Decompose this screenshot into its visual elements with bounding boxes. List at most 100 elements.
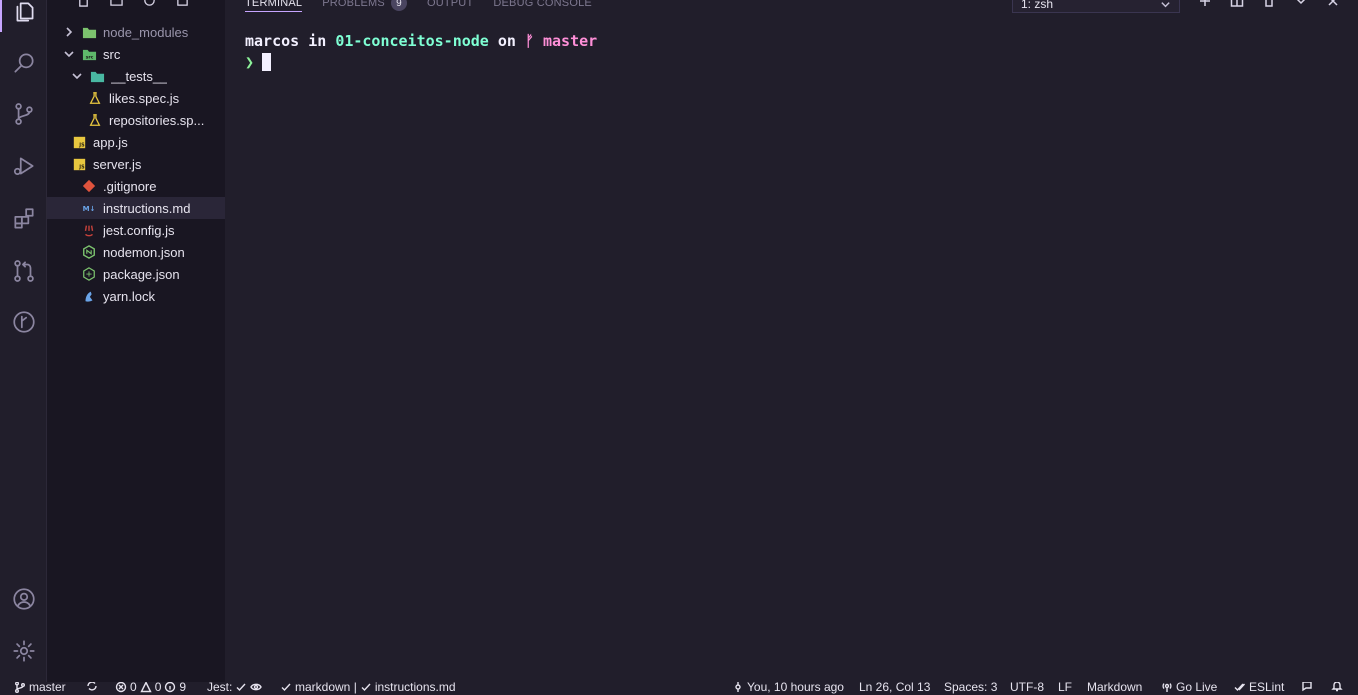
chevron-down-icon[interactable] [1294,0,1308,8]
status-branch[interactable]: master [14,682,66,694]
nodemon-icon [81,244,97,260]
problems-count-badge: 9 [390,0,407,11]
tab-terminal[interactable]: TERMINAL [245,0,303,12]
svg-text:M↓: M↓ [83,205,96,213]
terminal-branch: master [543,31,598,50]
status-eslint[interactable]: ESLint [1234,682,1284,694]
tree-file[interactable]: nodemon.json [47,241,225,263]
tab-debug-console[interactable]: DEBUG CONSOLE [493,0,592,12]
collapse-all-icon[interactable] [176,0,189,7]
tree-folder[interactable]: node_modules [47,21,225,43]
tree-item-label: server.js [93,156,142,172]
sync-icon[interactable] [86,682,98,692]
extensions-icon[interactable] [0,199,47,239]
status-markdown-lint[interactable]: markdown | instructions.md [280,682,456,694]
tree-file[interactable]: M↓ instructions.md [47,197,225,219]
terminal-output[interactable]: marcos in 01-conceitos-node on ᚠ master … [245,30,597,72]
tree-folder[interactable]: src src [47,43,225,65]
check-icon [281,683,291,692]
new-folder-icon[interactable] [110,0,123,7]
chevron-down-icon[interactable] [71,70,83,82]
terminal-input-line: ❯ [245,51,597,72]
tree-item-label: package.json [103,266,180,282]
tree-file[interactable]: package.json [47,263,225,285]
tree-file[interactable]: repositories.sp... [47,109,225,131]
explorer-icon[interactable] [0,0,47,32]
status-problems[interactable]: 0 0 9 [115,682,186,694]
status-cursor-position[interactable]: Ln 26, Col 13 [859,682,930,694]
js-file-icon: JS [71,134,87,150]
yarn-icon [81,288,97,304]
tab-problems[interactable]: PROBLEMS 9 [322,0,407,12]
npm-package-icon [81,266,97,282]
branch-icon: ᚠ [524,31,543,50]
broadcast-icon [1162,683,1172,692]
terminal-cursor [262,52,272,71]
tree-item-label: src [103,46,121,62]
tree-item-label: .gitignore [103,178,157,194]
search-icon[interactable] [0,43,47,83]
new-file-icon[interactable] [77,0,90,7]
new-terminal-icon[interactable] [1198,0,1212,8]
terminal-select[interactable]: 1: zsh [1012,0,1180,13]
svg-text:JS: JS [78,142,85,148]
tree-item-label: nodemon.json [103,244,185,260]
status-encoding[interactable]: UTF-8 [1010,682,1044,694]
check-icon [236,683,246,692]
tree-item-label: repositories.sp... [109,112,205,128]
feedback-icon[interactable] [1301,682,1313,692]
error-icon [115,682,127,693]
status-jest[interactable]: Jest: [207,682,263,694]
warning-icon [140,682,152,693]
tree-file[interactable]: .gitignore [47,175,225,197]
branch-icon [15,682,25,693]
check-icon [361,683,371,692]
status-bar: master 0 0 9 Jest: markdown | instructio… [0,682,1358,695]
refresh-icon[interactable] [143,0,156,7]
git-graph-icon[interactable] [0,302,47,342]
tree-item-label: instructions.md [103,200,191,216]
test-flask-icon [87,90,103,106]
info-icon [165,682,176,693]
explorer-panel: node_modulessrc src __tests__ likes.spec.js… [47,0,225,682]
status-go-live[interactable]: Go Live [1161,682,1217,694]
tree-item-label: __tests__ [111,68,168,84]
test-flask-icon [87,112,103,128]
tree-file[interactable]: jest.config.js [47,219,225,241]
bell-icon[interactable] [1331,682,1343,692]
tree-file[interactable]: yarn.lock [47,285,225,307]
jest-icon [81,222,97,238]
folder-src-icon: src [81,46,97,62]
chevron-down-icon[interactable] [63,48,75,60]
run-debug-icon[interactable] [0,146,47,186]
account-icon[interactable] [0,579,47,619]
terminal-directory: 01-conceitos-node [335,31,489,50]
close-icon[interactable] [1326,0,1340,8]
folder-node-icon [81,24,97,40]
split-terminal-icon[interactable] [1230,0,1244,8]
tab-output[interactable]: OUTPUT [427,0,473,12]
chevron-right-icon[interactable] [63,26,75,38]
pull-request-icon[interactable] [0,251,47,291]
markdown-icon: M↓ [81,200,97,216]
folder-tests-icon [89,68,105,84]
status-indentation[interactable]: Spaces: 3 [944,682,997,694]
panel-tabs: TERMINAL PROBLEMS 9 OUTPUT DEBUG CONSOLE [245,0,592,12]
tree-item-label: node_modules [103,24,189,40]
tree-folder[interactable]: __tests__ [47,65,225,87]
status-language[interactable]: Markdown [1087,682,1142,694]
prompt-chevron: ❯ [245,52,255,71]
commit-icon [735,682,741,692]
terminal-user: marcos [245,31,300,50]
tree-file[interactable]: likes.spec.js [47,87,225,109]
eye-icon [250,683,263,691]
trash-icon[interactable] [1262,0,1276,8]
tree-file[interactable]: JS server.js [47,153,225,175]
chevron-down-icon [1161,1,1170,7]
status-eol[interactable]: LF [1058,682,1072,694]
tree-file[interactable]: JS app.js [47,131,225,153]
source-control-icon[interactable] [0,94,47,134]
status-git-blame[interactable]: You, 10 hours ago [732,682,844,694]
gear-icon[interactable] [0,631,47,671]
tree-item-label: app.js [93,134,128,150]
